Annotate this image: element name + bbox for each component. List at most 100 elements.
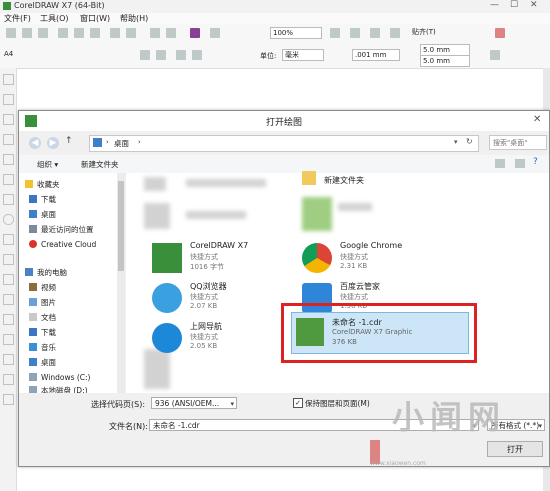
nav-label: 收藏夹 (37, 180, 60, 189)
preview-pane-icon[interactable] (515, 159, 525, 168)
menu-help[interactable]: 帮助(H) (120, 13, 148, 24)
chevron-down-icon: ▾ (230, 400, 234, 408)
paper-size-select[interactable]: A4 (4, 50, 13, 58)
interactive-fill-tool-icon[interactable] (3, 374, 14, 385)
color-eyedropper-tool-icon[interactable] (3, 354, 14, 365)
ellipse-tool-icon[interactable] (3, 214, 14, 225)
drop-shadow-tool-icon[interactable] (3, 314, 14, 325)
smart-fill-icon[interactable] (3, 394, 14, 405)
polygon-tool-icon[interactable] (3, 234, 14, 245)
organize-menu[interactable]: 组织 ▾ (37, 159, 58, 170)
open-icon[interactable] (22, 28, 32, 38)
full-screen-icon[interactable] (330, 28, 340, 38)
nudge-distance-field[interactable]: .001 mm (352, 49, 400, 61)
help-icon[interactable]: ? (533, 157, 538, 167)
forward-icon[interactable]: ▶ (47, 137, 59, 149)
rectangle-tool-icon[interactable] (3, 194, 14, 205)
copy-icon[interactable] (74, 28, 84, 38)
transparency-tool-icon[interactable] (3, 334, 14, 345)
pick-tool-icon[interactable] (3, 74, 14, 85)
options-icon[interactable] (495, 28, 505, 38)
nav-desktop[interactable]: 桌面 (29, 209, 56, 221)
search-input[interactable]: 搜索"桌面" (489, 135, 547, 150)
application-launcher-icon[interactable] (190, 28, 200, 38)
import-icon[interactable] (150, 28, 160, 38)
paste-icon[interactable] (90, 28, 100, 38)
snap-to-menu[interactable]: 贴齐(T) (412, 27, 436, 37)
crop-tool-icon[interactable] (3, 114, 14, 125)
nav-creative-cloud[interactable]: Creative Cloud (29, 239, 96, 251)
drive-icon (29, 373, 37, 381)
smart-fill-tool-icon[interactable] (3, 174, 14, 185)
file-item-coreldraw-x7[interactable]: CorelDRAW X7 快捷方式 1016 字节 (152, 239, 322, 279)
portrait-icon[interactable] (140, 50, 150, 60)
refresh-icon[interactable]: ↻ (466, 137, 473, 146)
nav-scrollbar-thumb[interactable] (118, 181, 124, 271)
nav-favorites[interactable]: 收藏夹 (25, 179, 60, 191)
codepage-select[interactable]: 936 (ANSI/OEM... ▾ (151, 397, 237, 409)
downloads-icon (29, 328, 37, 336)
all-pages-icon[interactable] (176, 50, 186, 60)
nav-music[interactable]: 音乐 (29, 342, 56, 354)
grid-icon[interactable] (370, 28, 380, 38)
current-page-icon[interactable] (192, 50, 202, 60)
save-icon[interactable] (38, 28, 48, 38)
shape-tool-icon[interactable] (3, 94, 14, 105)
star-icon (25, 180, 33, 188)
recent-places-icon (29, 225, 37, 233)
nav-desktop-pc[interactable]: 桌面 (29, 357, 56, 369)
keep-layers-checkbox[interactable]: ✓ (293, 398, 303, 408)
welcome-screen-icon[interactable] (210, 28, 220, 38)
dialog-title: 打开绘图 (265, 118, 302, 128)
guidelines-icon[interactable] (390, 28, 400, 38)
redo-icon[interactable] (126, 28, 136, 38)
nav-label: 图片 (41, 298, 56, 307)
nav-videos[interactable]: 视频 (29, 282, 56, 294)
freehand-tool-icon[interactable] (3, 154, 14, 165)
cut-icon[interactable] (58, 28, 68, 38)
view-options-icon[interactable] (495, 159, 505, 168)
nav-recent[interactable]: 最近访问的位置 (29, 224, 94, 236)
address-dropdown-icon[interactable]: ▾ (454, 138, 458, 146)
transform-icon[interactable] (490, 50, 500, 60)
nav-drive-c[interactable]: Windows (C:) (29, 372, 90, 384)
zoom-level-select[interactable]: 100% (270, 27, 322, 39)
videos-icon (29, 283, 37, 291)
undo-icon[interactable] (110, 28, 120, 38)
parallel-dimension-tool-icon[interactable] (3, 274, 14, 285)
annotation-highlight-box (281, 303, 477, 363)
zoom-tool-icon[interactable] (3, 134, 14, 145)
rulers-icon[interactable] (350, 28, 360, 38)
file-name: Google Chrome (340, 241, 403, 250)
breadcrumb-chevron-icon[interactable]: › (138, 138, 141, 146)
menu-tools[interactable]: 工具(O) (40, 13, 69, 24)
nav-downloads[interactable]: 下载 (29, 194, 56, 206)
open-button[interactable]: 打开 (487, 441, 543, 457)
up-arrow-icon[interactable]: ↑ (65, 136, 73, 146)
nav-label: 音乐 (41, 343, 56, 352)
nav-documents[interactable]: 文档 (29, 312, 56, 324)
file-item-google-chrome[interactable]: Google Chrome 快捷方式 2.31 KB (302, 239, 472, 279)
duplicate-y-field[interactable]: 5.0 mm (420, 55, 470, 67)
back-icon[interactable]: ◀ (29, 137, 41, 149)
connector-tool-icon[interactable] (3, 294, 14, 305)
nav-downloads-pc[interactable]: 下载 (29, 327, 56, 339)
close-icon[interactable]: ✕ (530, 0, 538, 10)
nav-pictures[interactable]: 图片 (29, 297, 56, 309)
maximize-icon[interactable]: ☐ (510, 0, 518, 10)
new-icon[interactable] (6, 28, 16, 38)
breadcrumb-desktop[interactable]: 桌面 (114, 138, 129, 149)
units-select[interactable]: 毫米 (282, 49, 324, 61)
dialog-close-icon[interactable]: ✕ (533, 114, 541, 125)
file-name: 上网导航 (190, 322, 222, 331)
minimize-icon[interactable]: — (490, 0, 499, 10)
landscape-icon[interactable] (156, 50, 166, 60)
text-tool-icon[interactable] (3, 254, 14, 265)
menu-file[interactable]: 文件(F) (4, 13, 31, 24)
address-bar[interactable]: › 桌面 › ▾ ↻ (89, 135, 479, 152)
export-icon[interactable] (166, 28, 176, 38)
nav-this-pc[interactable]: 我的电脑 (25, 267, 67, 279)
new-folder-button[interactable]: 新建文件夹 (81, 159, 119, 170)
menu-window[interactable]: 窗口(W) (80, 13, 110, 24)
nav-label: 桌面 (41, 210, 56, 219)
